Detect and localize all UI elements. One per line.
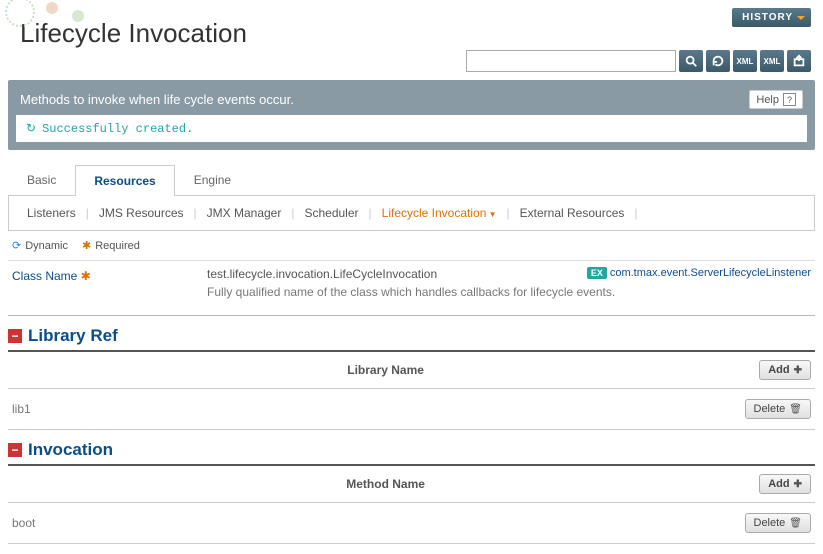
method-column-header: Method Name (12, 477, 759, 491)
class-name-row: Class Name ✱ test.lifecycle.invocation.L… (8, 260, 815, 316)
subnav-scheduler[interactable]: Scheduler (298, 206, 364, 220)
required-icon: ✱ (81, 269, 91, 283)
table-row: lib1 Delete🗑 (8, 389, 815, 430)
success-icon: ↻ (26, 121, 36, 136)
dynamic-icon: ⟳ (12, 239, 21, 252)
library-name-cell: lib1 (12, 402, 745, 416)
info-panel: Methods to invoke when life cycle events… (8, 80, 815, 150)
subnav: Listeners| JMS Resources| JMX Manager| S… (8, 196, 815, 231)
trash-icon: 🗑 (789, 518, 802, 529)
plus-icon: ✚ (794, 365, 802, 376)
legend: ⟳Dynamic ✱Required (0, 231, 823, 260)
collapse-icon[interactable]: − (8, 443, 22, 457)
subnav-listeners[interactable]: Listeners (21, 206, 82, 220)
required-icon: ✱ (82, 239, 91, 252)
add-invocation-button[interactable]: Add✚ (759, 474, 811, 494)
section-title-invocation: Invocation (28, 440, 113, 460)
subnav-jmx[interactable]: JMX Manager (201, 206, 288, 220)
tab-resources[interactable]: Resources (75, 165, 174, 196)
tabs: Basic Resources Engine (8, 164, 815, 196)
section-invocation: − Invocation Method Name Add✚ boot Delet… (8, 440, 815, 544)
section-library-ref: − Library Ref Library Name Add✚ lib1 Del… (8, 326, 815, 430)
subnav-lifecycle[interactable]: Lifecycle Invocation (376, 206, 503, 220)
help-button[interactable]: Help (749, 90, 803, 109)
class-name-label: Class Name (12, 269, 77, 283)
class-name-example: EXcom.tmax.event.ServerLifecycleLinstene… (587, 267, 811, 279)
tab-engine[interactable]: Engine (175, 164, 250, 195)
tab-basic[interactable]: Basic (8, 164, 75, 195)
delete-invocation-button[interactable]: Delete🗑 (745, 513, 812, 533)
decoration (0, 0, 90, 35)
table-row: boot Delete🗑 (8, 503, 815, 544)
page-title: Lifecycle Invocation (10, 10, 813, 57)
success-message: ↻ Successfully created. (16, 115, 807, 142)
collapse-icon[interactable]: − (8, 329, 22, 343)
section-title-library-ref: Library Ref (28, 326, 118, 346)
info-description: Methods to invoke when life cycle events… (20, 92, 294, 107)
plus-icon: ✚ (794, 479, 802, 490)
class-name-hint: Fully qualified name of the class which … (207, 285, 811, 299)
class-name-value: test.lifecycle.invocation.LifeCycleInvoc… (207, 267, 437, 281)
library-column-header: Library Name (12, 363, 759, 377)
trash-icon: 🗑 (789, 404, 802, 415)
subnav-jms[interactable]: JMS Resources (93, 206, 190, 220)
subnav-external[interactable]: External Resources (514, 206, 631, 220)
history-button[interactable]: HISTORY (732, 8, 811, 27)
add-library-button[interactable]: Add✚ (759, 360, 811, 380)
delete-library-button[interactable]: Delete🗑 (745, 399, 812, 419)
